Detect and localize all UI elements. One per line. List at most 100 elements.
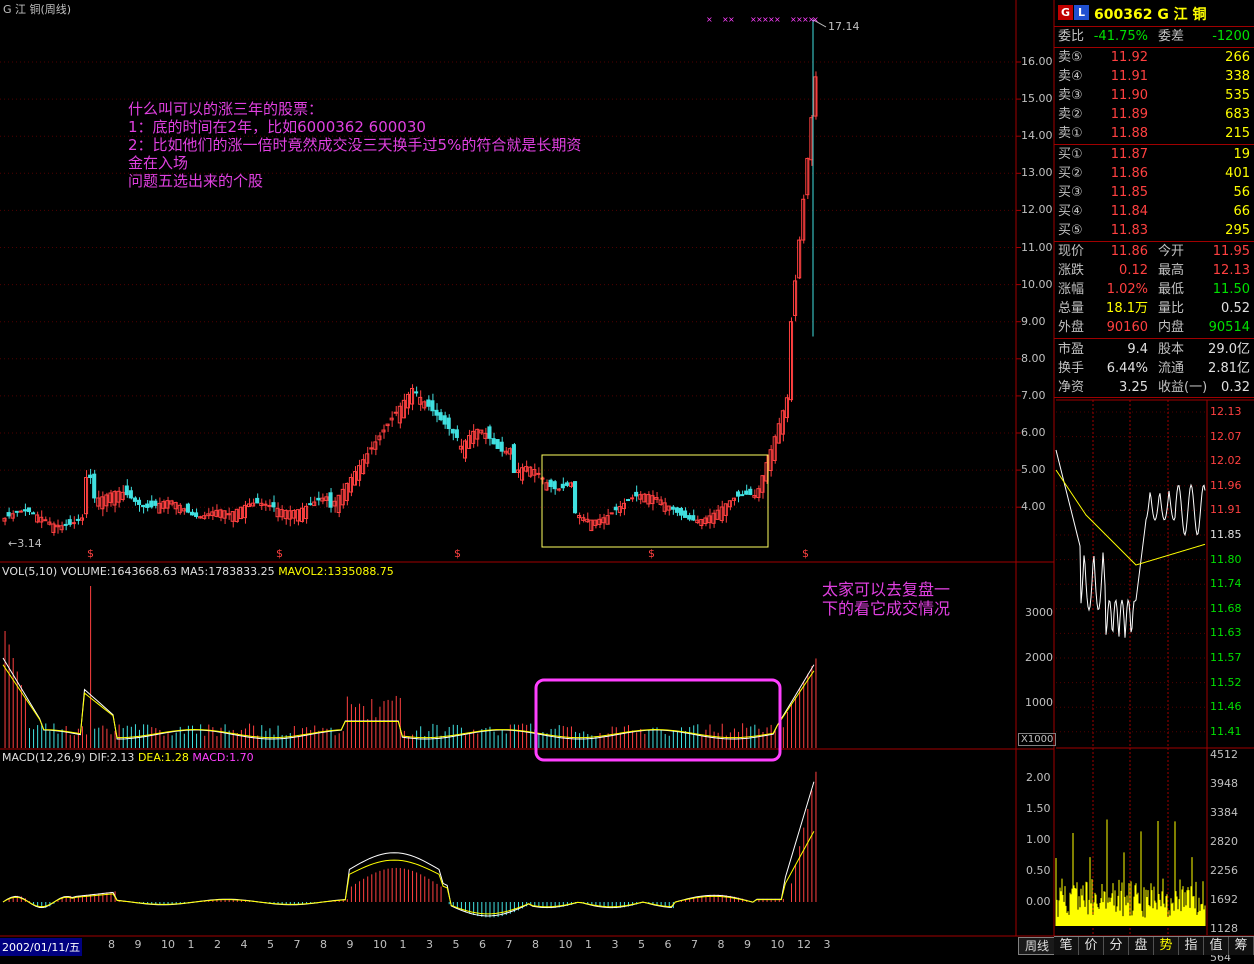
- candle: [430, 393, 435, 417]
- candle: [238, 506, 243, 520]
- candle: [556, 488, 561, 492]
- tab-0[interactable]: 笔: [1054, 937, 1079, 955]
- macd-dif: DIF:2.13: [89, 751, 135, 764]
- time-axis-label: 2: [214, 938, 221, 951]
- stat-value: 11.50: [1212, 282, 1250, 297]
- candle: [780, 409, 785, 442]
- macd-axis-label: 1.50: [1026, 802, 1051, 815]
- candle: [177, 503, 182, 515]
- candle: [475, 428, 480, 447]
- tab-7[interactable]: 筹: [1229, 937, 1254, 955]
- candle: [418, 390, 423, 411]
- finance-label: 股本: [1158, 342, 1185, 357]
- finance-label: 流通: [1158, 361, 1185, 376]
- annotation-line: 问题五选出来的个股: [128, 172, 264, 190]
- candle: [699, 518, 704, 530]
- candle: [788, 317, 794, 402]
- price-axis-label: 11.00: [1021, 240, 1053, 254]
- candle: [247, 498, 252, 508]
- candle: [691, 509, 696, 522]
- weicha-value: -1200: [1212, 29, 1250, 44]
- market-badge: G: [1058, 5, 1073, 20]
- sell-row: 卖③ 11.90 535: [1054, 86, 1254, 105]
- candle: [332, 497, 337, 513]
- time-axis-label: 5: [452, 938, 460, 951]
- stat-row: 外盘 90160 内盘 90514: [1054, 318, 1254, 337]
- time-axis-label: 1: [399, 938, 407, 951]
- candle: [609, 512, 614, 515]
- candle: [348, 473, 353, 497]
- time-axis-label: 12: [797, 938, 811, 951]
- buy-volume: 56: [1233, 185, 1250, 200]
- candle: [727, 500, 732, 511]
- level-badge: L: [1074, 5, 1089, 20]
- candle: [809, 114, 814, 166]
- weicha-label: 委差: [1158, 29, 1185, 44]
- candle: [96, 490, 101, 510]
- buy-label: 买④: [1058, 204, 1083, 219]
- candle: [234, 508, 239, 523]
- candle: [438, 408, 443, 422]
- candle: [35, 511, 40, 524]
- signal-marker: ×: [728, 15, 735, 24]
- candle: [63, 519, 68, 531]
- candle: [393, 406, 398, 417]
- candle: [2, 517, 7, 526]
- volume-ma5: MA5:1783833.25: [180, 565, 275, 578]
- price-axis-label: 6.00: [1021, 426, 1046, 439]
- candle: [316, 491, 321, 506]
- tab-2[interactable]: 分: [1104, 937, 1129, 955]
- macd-indicator-name: MACD(12,26,9): [2, 751, 86, 764]
- time-axis-label: 8: [717, 938, 725, 951]
- macd-header: MACD(12,26,9) DIF:2.13 DEA:1.28 MACD:1.7…: [2, 751, 254, 764]
- tab-6[interactable]: 值: [1204, 937, 1229, 955]
- candle: [471, 424, 476, 448]
- time-axis-label: 3: [823, 938, 831, 951]
- candle: [14, 510, 19, 517]
- candle: [361, 454, 366, 475]
- stat-row: 涨幅 1.02% 最低 11.50: [1054, 280, 1254, 299]
- candle: [120, 485, 125, 502]
- time-axis-label: 10: [161, 938, 175, 951]
- candle: [740, 490, 745, 497]
- candle: [589, 519, 594, 532]
- volume-highlight-box: [534, 678, 782, 762]
- tab-3[interactable]: 盘: [1129, 937, 1154, 955]
- buy-row: 买① 11.87 19: [1054, 145, 1254, 164]
- weibi-label: 委比: [1058, 29, 1085, 44]
- candle: [414, 386, 419, 397]
- candle: [320, 493, 325, 505]
- price-low-value: 3.14: [17, 537, 42, 550]
- tab-5[interactable]: 指: [1179, 937, 1204, 955]
- tab-4[interactable]: 势: [1154, 937, 1179, 955]
- candle: [450, 428, 455, 441]
- stat-value: 0.52: [1221, 301, 1250, 316]
- candle: [185, 502, 190, 514]
- candle: [687, 512, 692, 522]
- candle: [226, 507, 231, 520]
- buy-label: 买⑤: [1058, 223, 1083, 238]
- candle: [752, 489, 757, 500]
- candle: [230, 511, 235, 528]
- candle: [157, 497, 162, 514]
- candle: [613, 503, 618, 516]
- time-axis-label: 7: [505, 938, 513, 951]
- sell-label: 卖①: [1058, 126, 1083, 141]
- candle: [169, 499, 174, 507]
- period-button[interactable]: 周线: [1018, 937, 1056, 955]
- candle: [104, 492, 109, 513]
- candle: [462, 438, 468, 462]
- time-axis-label: 9: [744, 938, 751, 951]
- candle: [75, 514, 80, 525]
- candle: [442, 411, 447, 429]
- buy-price: 11.84: [1110, 204, 1148, 219]
- candle: [446, 414, 451, 436]
- buy-row: 买④ 11.84 66: [1054, 202, 1254, 221]
- candle: [10, 510, 15, 522]
- stat-label: 最高: [1158, 263, 1185, 278]
- candle: [344, 482, 349, 506]
- candle: [776, 417, 781, 444]
- stock-name: 600362 G 江 铜: [1094, 7, 1207, 23]
- tab-1[interactable]: 价: [1079, 937, 1104, 955]
- annotation-main: 什么叫可以的涨三年的股票： 1：底的时间在2年，比如6000362 600030…: [128, 100, 581, 190]
